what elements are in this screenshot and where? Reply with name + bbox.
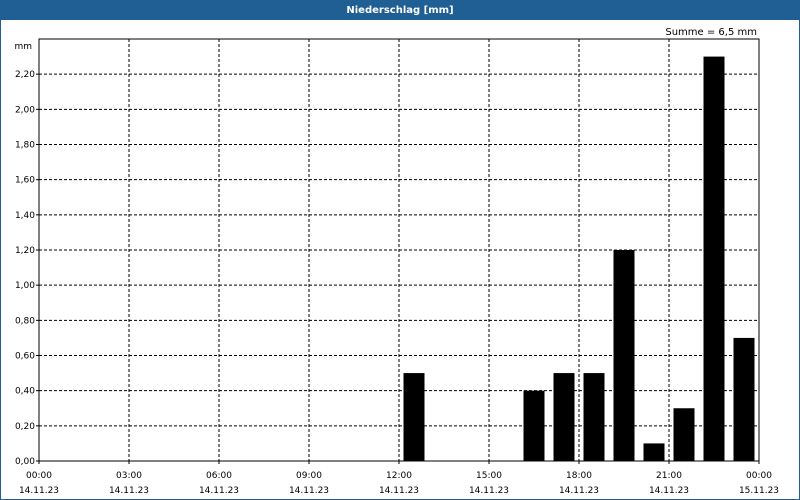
bar (583, 373, 605, 461)
bar (613, 250, 635, 461)
bar (553, 373, 575, 461)
x-tick-date-label: 14.11.23 (559, 486, 599, 496)
y-tick-label: 1,00 (15, 281, 35, 291)
x-tick-date-label: 14.11.23 (109, 486, 149, 496)
x-tick-date-label: 14.11.23 (289, 486, 329, 496)
x-tick-date-label: 14.11.23 (649, 486, 689, 496)
x-tick-date-label: 14.11.23 (19, 486, 59, 496)
y-tick-label: 0,20 (15, 422, 35, 432)
y-axis-label: mm (14, 42, 32, 52)
bar (703, 56, 725, 461)
x-tick-date-label: 14.11.23 (199, 486, 239, 496)
x-tick-time-label: 06:00 (206, 471, 232, 481)
bar (403, 373, 425, 461)
x-tick-time-label: 21:00 (656, 471, 682, 481)
y-tick-label: 0,60 (15, 352, 35, 362)
x-tick-date-label: 15.11.23 (739, 486, 779, 496)
x-tick-date-label: 14.11.23 (379, 486, 419, 496)
bar (643, 443, 665, 461)
bar (523, 390, 545, 461)
y-tick-label: 1,20 (15, 246, 35, 256)
y-tick-label: 1,80 (15, 141, 35, 151)
x-tick-time-label: 00:00 (26, 471, 52, 481)
precipitation-chart: 0,00 0,20 0,40 0,60 0,80 1,00 1,20 1,40 1,60 1,80… (14, 38, 779, 496)
y-tick-label: 2,20 (15, 70, 35, 80)
chart-window: Niederschlag [mm] Summe = 6,5 mm 0,00 0,2… (0, 0, 800, 500)
x-tick-time-label: 12:00 (386, 471, 412, 481)
bar (673, 408, 695, 461)
x-tick-time-label: 15:00 (476, 471, 502, 481)
bar (733, 337, 755, 461)
y-tick-label: 0,40 (15, 387, 35, 397)
x-tick-time-label: 09:00 (296, 471, 322, 481)
y-tick-label: 0,80 (15, 316, 35, 326)
x-tick-time-label: 18:00 (566, 471, 592, 481)
x-tick-time-label: 03:00 (116, 471, 142, 481)
x-tick-date-label: 14.11.23 (469, 486, 509, 496)
y-tick-label: 1,60 (15, 176, 35, 186)
y-tick-label: 1,40 (15, 211, 35, 221)
y-tick-label: 0,00 (15, 457, 35, 467)
y-tick-label: 2,00 (15, 105, 35, 115)
x-tick-time-label: 00:00 (746, 471, 772, 481)
